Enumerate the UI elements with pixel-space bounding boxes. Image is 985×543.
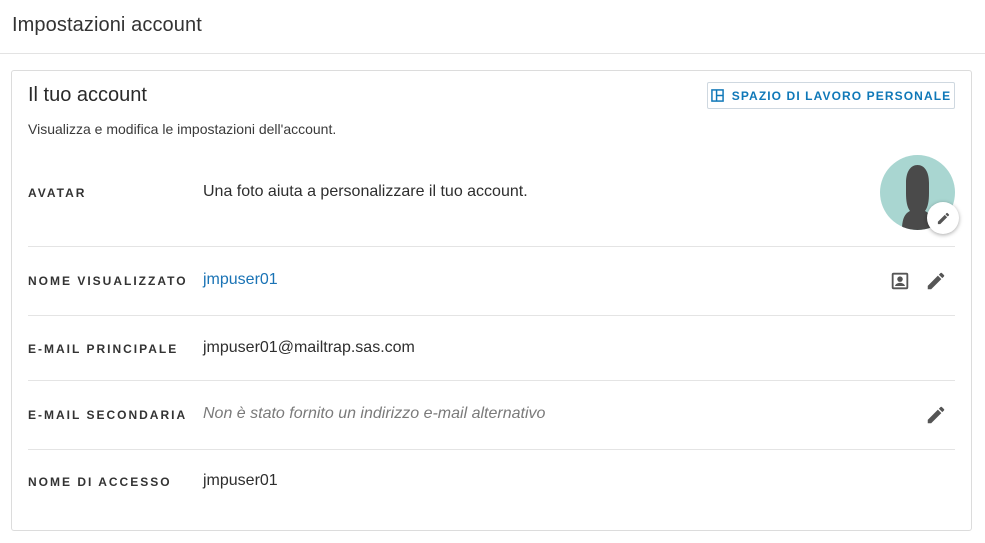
personal-workspace-label: SPAZIO DI LAVORO PERSONALE <box>731 88 952 103</box>
secondary-email-label: E-MAIL SECONDARIA <box>28 408 188 422</box>
avatar-row: AVATAR Una foto aiuta a personalizzare i… <box>28 141 959 247</box>
avatar-label: AVATAR <box>28 186 87 200</box>
primary-email-value: jmpuser01@mailtrap.sas.com <box>203 339 415 356</box>
avatar-description: Una foto aiuta a personalizzare il tuo a… <box>203 183 528 200</box>
contact-card-icon <box>891 272 909 290</box>
secondary-email-row: E-MAIL SECONDARIA Non è stato fornito un… <box>28 381 955 450</box>
contact-card-button[interactable] <box>887 268 913 294</box>
pencil-icon <box>937 212 949 224</box>
personal-workspace-button[interactable]: SPAZIO DI LAVORO PERSONALE <box>707 82 955 109</box>
pencil-icon <box>927 272 945 290</box>
primary-email-label: E-MAIL PRINCIPALE <box>28 342 179 356</box>
header-bar: Impostazioni account <box>0 0 985 54</box>
avatar-edit-button[interactable] <box>927 202 959 234</box>
edit-display-name-button[interactable] <box>923 268 949 294</box>
pencil-icon <box>927 406 945 424</box>
login-name-value: jmpuser01 <box>203 472 278 489</box>
card-title: Il tuo account <box>28 84 147 106</box>
primary-email-row: E-MAIL PRINCIPALE jmpuser01@mailtrap.sas… <box>28 316 955 381</box>
login-name-label: NOME DI ACCESSO <box>28 475 172 489</box>
workspace-icon <box>710 89 724 102</box>
display-name-row: NOME VISUALIZZATO jmpuser01 <box>28 247 955 316</box>
login-name-row: NOME DI ACCESSO jmpuser01 <box>28 450 955 515</box>
page-title: Impostazioni account <box>12 14 202 36</box>
display-name-label: NOME VISUALIZZATO <box>28 274 188 288</box>
card-subtitle: Visualizza e modifica le impostazioni de… <box>28 121 337 137</box>
account-card: Il tuo account Visualizza e modifica le … <box>11 70 972 531</box>
secondary-email-value: Non è stato fornito un indirizzo e-mail … <box>203 405 546 422</box>
display-name-value[interactable]: jmpuser01 <box>203 271 278 289</box>
edit-secondary-email-button[interactable] <box>923 402 949 428</box>
